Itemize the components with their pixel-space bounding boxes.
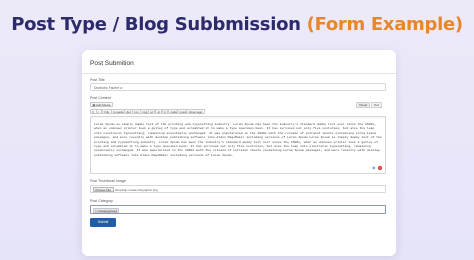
category-label: Post Category xyxy=(90,199,113,203)
post-title-input[interactable]: Distinctio Facere a xyxy=(90,83,386,91)
editor-top-bar xyxy=(91,117,385,119)
grammar-icon[interactable]: ◈ xyxy=(372,166,375,170)
add-media-button[interactable]: ▣ Add Media xyxy=(90,102,113,107)
form-divider xyxy=(82,73,396,74)
category-chip[interactable]: × Uncategorised xyxy=(92,207,120,213)
toolbar-italic-button[interactable]: i xyxy=(96,109,102,114)
page-headline: Post Type / Blog Subbmission (Form Examp… xyxy=(0,14,474,35)
post-title-value: Distinctio Facere a xyxy=(94,86,123,90)
thumbnail-file-name: idropship-model-infographic.png xyxy=(115,188,158,192)
post-content-text: Lorem Ipsum is simply dummy text of the … xyxy=(94,122,384,157)
error-icon[interactable]: ! xyxy=(378,166,382,170)
thumbnail-file-input[interactable]: Choose File idropship-model-infographic.… xyxy=(90,185,386,193)
category-select[interactable]: × Uncategorised xyxy=(90,205,386,214)
post-content-label: Post Content xyxy=(90,96,111,100)
tab-visual[interactable]: Visual xyxy=(356,102,370,108)
submit-button[interactable]: Submit xyxy=(90,218,116,227)
editor-status-icons: ◈ ! xyxy=(371,166,382,170)
form-title: Post Submition xyxy=(90,60,134,67)
thumbnail-label: Post Thumbnail Image xyxy=(90,179,126,183)
tab-text[interactable]: Text xyxy=(371,102,382,108)
post-title-label: Post Title xyxy=(90,78,105,82)
headline-main: Post Type / Blog Subbmission xyxy=(11,14,301,35)
post-content-editor[interactable]: Lorem Ipsum is simply dummy text of the … xyxy=(90,116,386,174)
toolbar-close-tags-button[interactable]: close tags xyxy=(186,109,205,114)
form-card: Post Submition Post Title Distinctio Fac… xyxy=(82,50,396,256)
choose-file-button[interactable]: Choose File xyxy=(92,187,114,193)
headline-accent: (Form Example) xyxy=(306,14,463,35)
